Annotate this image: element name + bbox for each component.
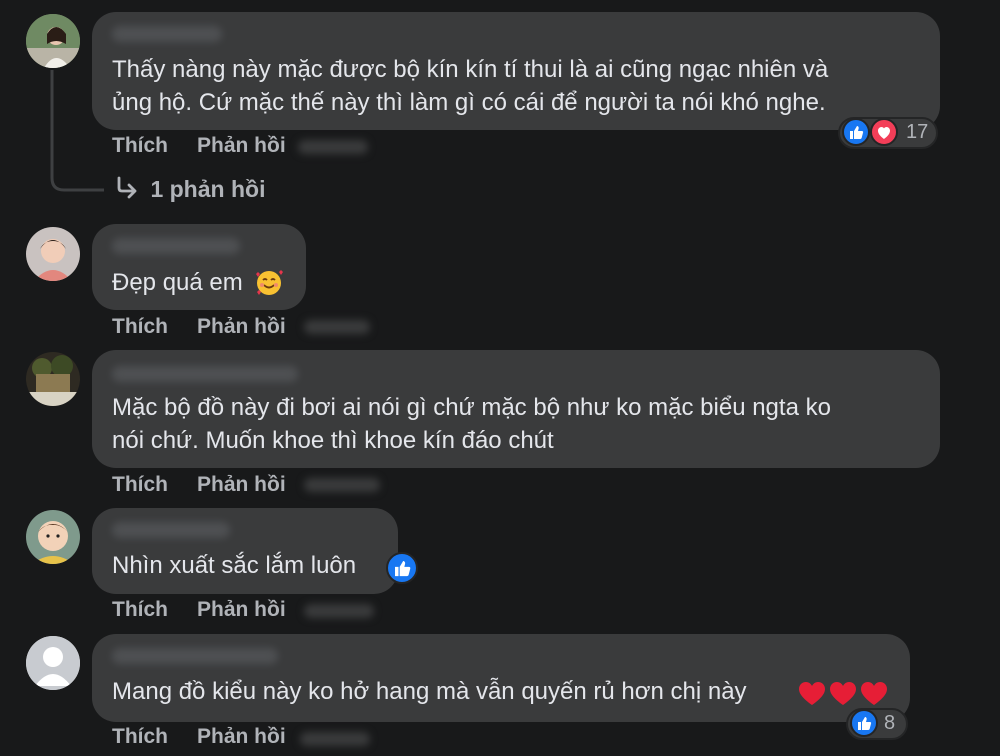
reply-button[interactable]: Phản hồi: [197, 315, 286, 339]
reply-arrow-icon: [114, 174, 140, 205]
comment-text-line: ủng hộ. Cứ mặc thế này thì làm gì có cái…: [112, 89, 826, 116]
default-avatar-icon[interactable]: [26, 636, 80, 690]
commenter-name-blurred[interactable]: [112, 366, 298, 382]
like-button[interactable]: Thích: [112, 315, 168, 339]
reaction-count: 8: [884, 712, 896, 734]
reply-button[interactable]: Phản hồi: [197, 134, 286, 158]
like-button[interactable]: Thích: [112, 473, 168, 497]
comment-text-line: Mặc bộ đồ này đi bơi ai nói gì chứ mặc b…: [112, 394, 831, 421]
love-reaction-icon: [870, 118, 898, 146]
like-button[interactable]: Thích: [112, 134, 168, 158]
reply-button[interactable]: Phản hồi: [197, 598, 286, 622]
reply-button[interactable]: Phản hồi: [197, 725, 286, 749]
comment-text-line: Đẹp quá em: [112, 269, 243, 296]
timestamp-blurred[interactable]: [304, 604, 374, 618]
timestamp-blurred[interactable]: [304, 320, 370, 334]
like-reaction-icon: [850, 709, 878, 737]
view-replies-label: 1 phản hồi: [150, 176, 266, 202]
reaction-count: 17: [906, 121, 929, 143]
commenter-name-blurred[interactable]: [112, 522, 230, 538]
commenter-name-blurred[interactable]: [112, 648, 278, 664]
timestamp-blurred[interactable]: [300, 732, 370, 746]
commenter-name-blurred[interactable]: [112, 26, 222, 42]
comment-text-line: Mang đồ kiểu này ko hở hang mà vẫn quyến…: [112, 678, 747, 705]
reply-button[interactable]: Phản hồi: [197, 473, 286, 497]
comment-text-line: Thấy nàng này mặc được bộ kín kín tí thu…: [112, 56, 829, 83]
comment-text-line: Nhìn xuất sắc lắm luôn: [112, 552, 357, 579]
timestamp-blurred[interactable]: [304, 478, 380, 492]
commenter-avatar[interactable]: [26, 510, 80, 564]
commenter-avatar[interactable]: [26, 227, 80, 281]
like-reaction-icon[interactable]: [386, 552, 418, 584]
like-reaction-icon: [842, 118, 870, 146]
like-button[interactable]: Thích: [112, 725, 168, 749]
timestamp-blurred[interactable]: [298, 140, 368, 154]
like-button[interactable]: Thích: [112, 598, 168, 622]
commenter-avatar[interactable]: [26, 352, 80, 406]
smiling-face-with-hearts-icon: [254, 268, 284, 303]
commenter-name-blurred[interactable]: [112, 238, 240, 254]
commenter-avatar[interactable]: [26, 14, 80, 68]
comment-text-line: nói chứ. Muốn khoe thì khoe kín đáo chút: [112, 427, 554, 454]
view-replies-link[interactable]: 1 phản hồi: [114, 174, 265, 208]
